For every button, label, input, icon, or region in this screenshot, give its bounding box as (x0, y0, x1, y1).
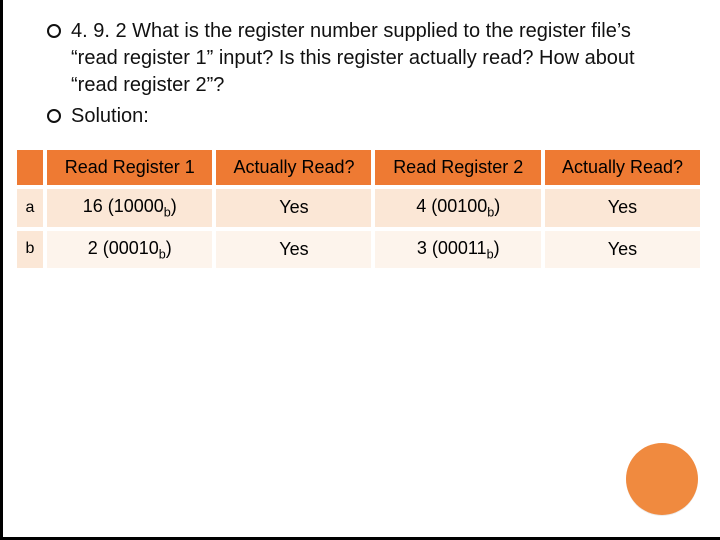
cell-text: Yes (279, 197, 308, 217)
table-header: Read Register 1 Actually Read? Read Regi… (17, 150, 700, 185)
table-header-row: Read Register 1 Actually Read? Read Regi… (17, 150, 700, 185)
decorative-circle-icon (626, 443, 698, 515)
cell: Yes (216, 189, 371, 227)
table-wrap: Read Register 1 Actually Read? Read Regi… (3, 146, 720, 272)
cell-suffix: ) (171, 196, 177, 216)
cell: Yes (545, 189, 700, 227)
cell-sub: b (487, 247, 494, 261)
content-area: 4. 9. 2 What is the register number supp… (3, 0, 720, 130)
register-table: Read Register 1 Actually Read? Read Regi… (13, 146, 704, 272)
bullet-text: 4. 9. 2 What is the register number supp… (71, 20, 635, 96)
cell-text: 3 (00011 (417, 238, 487, 258)
cell: 4 (00100b) (375, 189, 540, 227)
bullet-text: Solution: (71, 105, 149, 127)
col-header: Actually Read? (545, 150, 700, 185)
table-row: a 16 (10000b) Yes 4 (00100b) Yes (17, 189, 700, 227)
col-header: Read Register 1 (47, 150, 212, 185)
slide: 4. 9. 2 What is the register number supp… (0, 0, 720, 540)
cell-sub: b (159, 247, 166, 261)
cell-sub: b (164, 206, 171, 220)
bullet-list: 4. 9. 2 What is the register number supp… (45, 18, 682, 130)
cell-suffix: ) (494, 196, 500, 216)
cell-suffix: ) (166, 238, 172, 258)
row-label: b (17, 231, 43, 269)
cell-text: Yes (608, 197, 637, 217)
cell-text: 16 (10000 (83, 196, 164, 216)
bullet-item: Solution: (45, 103, 682, 130)
cell: 2 (00010b) (47, 231, 212, 269)
cell: 3 (00011b) (375, 231, 540, 269)
col-header: Read Register 2 (375, 150, 540, 185)
cell: 16 (10000b) (47, 189, 212, 227)
cell-text: Yes (608, 239, 637, 259)
col-header: Actually Read? (216, 150, 371, 185)
cell-text: 2 (00010 (88, 238, 159, 258)
cell: Yes (545, 231, 700, 269)
cell: Yes (216, 231, 371, 269)
bullet-item: 4. 9. 2 What is the register number supp… (45, 18, 682, 99)
table-body: a 16 (10000b) Yes 4 (00100b) Yes b (17, 189, 700, 268)
cell-text: 4 (00100 (416, 196, 487, 216)
row-label: a (17, 189, 43, 227)
cell-text: Yes (279, 239, 308, 259)
cell-suffix: ) (494, 238, 500, 258)
table-row: b 2 (00010b) Yes 3 (00011b) Yes (17, 231, 700, 269)
header-spacer (17, 150, 43, 185)
